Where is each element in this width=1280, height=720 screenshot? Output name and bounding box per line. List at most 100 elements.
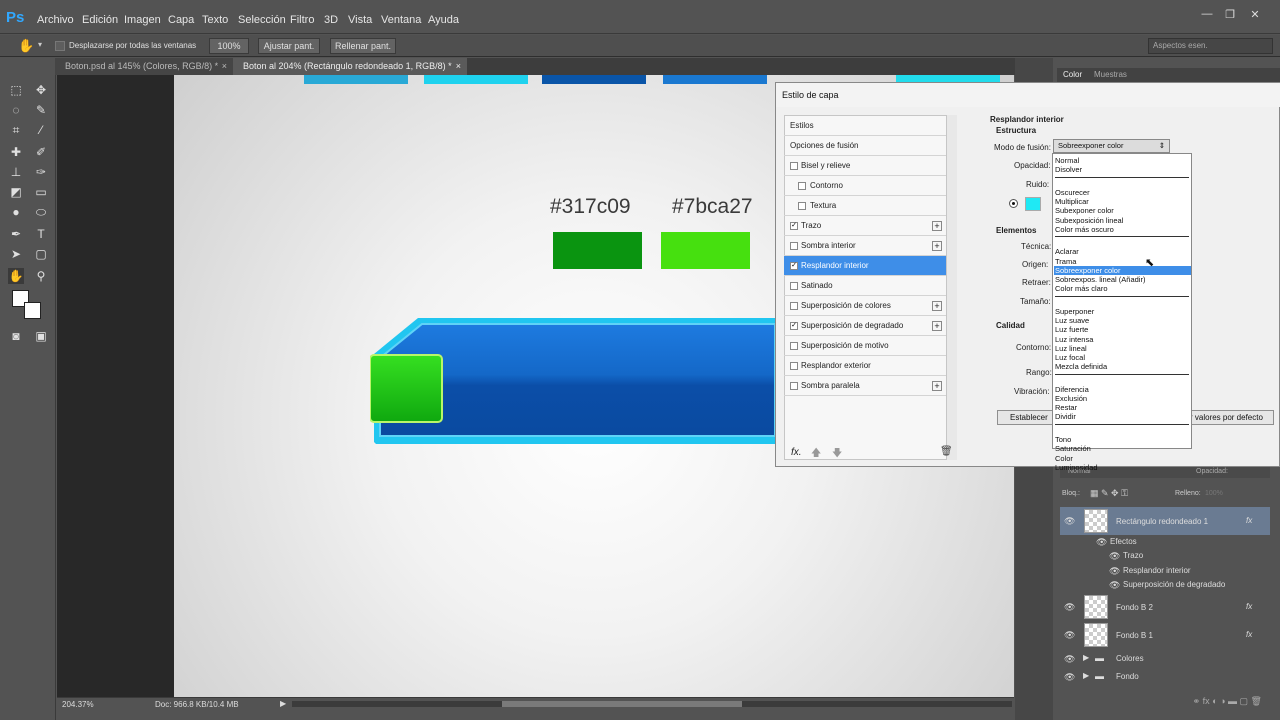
menu-3d[interactable]: 3D <box>324 14 338 26</box>
visibility-eye-icon[interactable]: 👁 <box>1064 516 1075 526</box>
add-effect-icon[interactable]: + <box>932 221 942 231</box>
blend-mode-option[interactable]: Mezcla definida <box>1054 362 1191 371</box>
gradient-tool-icon[interactable]: ▭ <box>33 184 49 200</box>
layer-row[interactable]: 👁 Fondo B 2 fx <box>1060 593 1270 621</box>
menu-seleccion[interactable]: Selección <box>238 14 286 26</box>
effect-eye-icon[interactable]: 👁 <box>1109 551 1120 561</box>
style-checkbox[interactable] <box>790 382 798 390</box>
blur-tool-icon[interactable]: ● <box>8 204 24 220</box>
type-tool-icon[interactable]: T <box>33 226 49 242</box>
quick-select-tool-icon[interactable]: ✎ <box>33 102 49 118</box>
zoom-level[interactable]: 204.37% <box>62 700 102 709</box>
menu-texto[interactable]: Texto <box>202 14 228 26</box>
tab-color[interactable]: Color <box>1063 70 1082 79</box>
style-checkbox[interactable] <box>790 282 798 290</box>
style-item[interactable]: Satinado <box>784 276 946 296</box>
effect-eye-icon[interactable]: 👁 <box>1109 566 1120 576</box>
style-checkbox[interactable]: ✓ <box>790 262 798 270</box>
fill-value[interactable]: 100% <box>1205 490 1223 497</box>
tab-boton-psd[interactable]: Boton.psd al 145% (Colores, RGB/8) * × <box>55 58 233 75</box>
blend-mode-option[interactable]: Color más claro <box>1054 284 1191 293</box>
move-up-icon[interactable]: 🡅 <box>811 446 821 463</box>
effect-eye-icon[interactable]: 👁 <box>1109 580 1120 590</box>
zoom-tool-icon[interactable]: ⚲ <box>33 268 49 284</box>
blend-mode-option[interactable]: Dividir <box>1054 412 1191 421</box>
blend-mode-option[interactable]: Tono <box>1054 435 1191 444</box>
move-tool-icon[interactable]: ✥ <box>33 82 49 98</box>
fit-screen-button[interactable]: Ajustar pant. <box>258 38 320 54</box>
menu-filtro[interactable]: Filtro <box>290 14 314 26</box>
close-tab-icon[interactable]: × <box>456 58 461 75</box>
blend-mode-dropdown[interactable]: Normal Disolver Oscurecer Multiplicar Subexp… <box>1052 153 1192 472</box>
blend-mode-option[interactable]: Sobreexponer color <box>1054 265 1191 275</box>
style-checkbox[interactable] <box>790 302 798 310</box>
style-item[interactable]: ✓ Resplandor interior <box>784 256 946 276</box>
visibility-eye-icon[interactable]: 👁 <box>1064 654 1075 664</box>
effects-eye-icon[interactable]: 👁 <box>1096 537 1107 547</box>
scrollbar-thumb[interactable] <box>502 701 742 707</box>
minimize-button[interactable]: — <box>1196 8 1218 24</box>
blend-mode-option[interactable]: Aclarar <box>1054 247 1191 256</box>
tool-preset-chevron-icon[interactable]: ▾ <box>38 40 42 49</box>
styles-scrollbar[interactable] <box>947 115 957 460</box>
style-item[interactable]: ✓ Superposición de degradado + <box>784 316 946 336</box>
blend-options-item[interactable]: Opciones de fusión <box>784 136 946 156</box>
layer-row-selected[interactable]: 👁 Rectángulo redondeado 1 fx <box>1060 507 1270 535</box>
blend-mode-option[interactable]: Luz intensa <box>1054 335 1191 344</box>
brush-tool-icon[interactable]: ✐ <box>33 144 49 160</box>
history-brush-tool-icon[interactable]: ✑ <box>33 164 49 180</box>
fx-icon[interactable]: fx <box>1246 516 1252 525</box>
color-radio[interactable] <box>1009 199 1018 208</box>
blend-mode-option[interactable]: Subexposición lineal <box>1054 216 1191 225</box>
blend-mode-option[interactable]: Color más oscuro <box>1054 225 1191 234</box>
stamp-tool-icon[interactable]: ⊥ <box>8 164 24 180</box>
style-checkbox[interactable] <box>790 342 798 350</box>
menu-ayuda[interactable]: Ayuda <box>428 14 459 26</box>
style-item[interactable]: Textura <box>784 196 946 216</box>
visibility-eye-icon[interactable]: 👁 <box>1064 630 1075 640</box>
menu-vista[interactable]: Vista <box>348 14 372 26</box>
layer-group-row[interactable]: 👁 ▶ ▬ Fondo <box>1060 668 1270 686</box>
style-checkbox[interactable]: ✓ <box>790 322 798 330</box>
eraser-tool-icon[interactable]: ◩ <box>8 184 24 200</box>
visibility-eye-icon[interactable]: 👁 <box>1064 602 1075 612</box>
background-color-swatch[interactable] <box>24 302 41 319</box>
menu-ventana[interactable]: Ventana <box>381 14 421 26</box>
hand-tool-icon[interactable]: ✋ <box>18 38 34 54</box>
marquee-tool-icon[interactable]: ⬚ <box>8 82 24 98</box>
pen-tool-icon[interactable]: ✒ <box>8 226 24 242</box>
restore-button[interactable]: ❐ <box>1219 8 1241 24</box>
close-tab-icon[interactable]: × <box>222 58 227 75</box>
dodge-tool-icon[interactable]: ⬭ <box>33 204 49 220</box>
crop-tool-icon[interactable]: ⌗ <box>8 122 24 138</box>
set-default-button[interactable]: Establecer co <box>997 410 1057 425</box>
tab-boton-active[interactable]: Boton al 204% (Rectángulo redondeado 1, … <box>233 58 467 75</box>
blend-mode-option[interactable]: Saturación <box>1054 444 1191 453</box>
blend-mode-option[interactable]: Disolver <box>1054 165 1191 174</box>
eyedropper-tool-icon[interactable]: ⁄ <box>33 122 49 138</box>
tab-swatches[interactable]: Muestras <box>1094 70 1127 79</box>
style-checkbox[interactable] <box>798 202 806 210</box>
style-checkbox[interactable] <box>790 242 798 250</box>
fx-icon[interactable]: fx <box>1246 602 1252 611</box>
fx-menu-icon[interactable]: fx. <box>791 447 802 458</box>
reset-default-button[interactable]: r valores por defecto <box>1184 410 1274 425</box>
fill-screen-button[interactable]: Rellenar pant. <box>330 38 396 54</box>
delete-effect-icon[interactable]: 🗑 <box>940 446 953 457</box>
scroll-all-checkbox[interactable] <box>55 41 65 51</box>
blend-mode-option[interactable]: Multiplicar <box>1054 197 1191 206</box>
layer-row[interactable]: 👁 Fondo B 1 fx <box>1060 621 1270 649</box>
style-item[interactable]: Superposición de colores + <box>784 296 946 316</box>
add-effect-icon[interactable]: + <box>932 241 942 251</box>
visibility-eye-icon[interactable]: 👁 <box>1064 672 1075 682</box>
blend-mode-option[interactable]: Luminosidad <box>1054 463 1191 472</box>
blend-mode-option[interactable]: Luz lineal <box>1054 344 1191 353</box>
expand-arrow-icon[interactable]: ▶ <box>1083 653 1089 662</box>
quick-mask-icon[interactable]: ◙ <box>8 328 24 344</box>
blend-mode-option[interactable]: Oscurecer <box>1054 188 1191 197</box>
menu-archivo[interactable]: Archivo <box>37 14 74 26</box>
blend-mode-option[interactable]: Restar <box>1054 403 1191 412</box>
style-item[interactable]: ✓ Trazo + <box>784 216 946 236</box>
style-item[interactable]: Contorno <box>784 176 946 196</box>
layer-group-row[interactable]: 👁 ▶ ▬ Colores <box>1060 650 1270 668</box>
